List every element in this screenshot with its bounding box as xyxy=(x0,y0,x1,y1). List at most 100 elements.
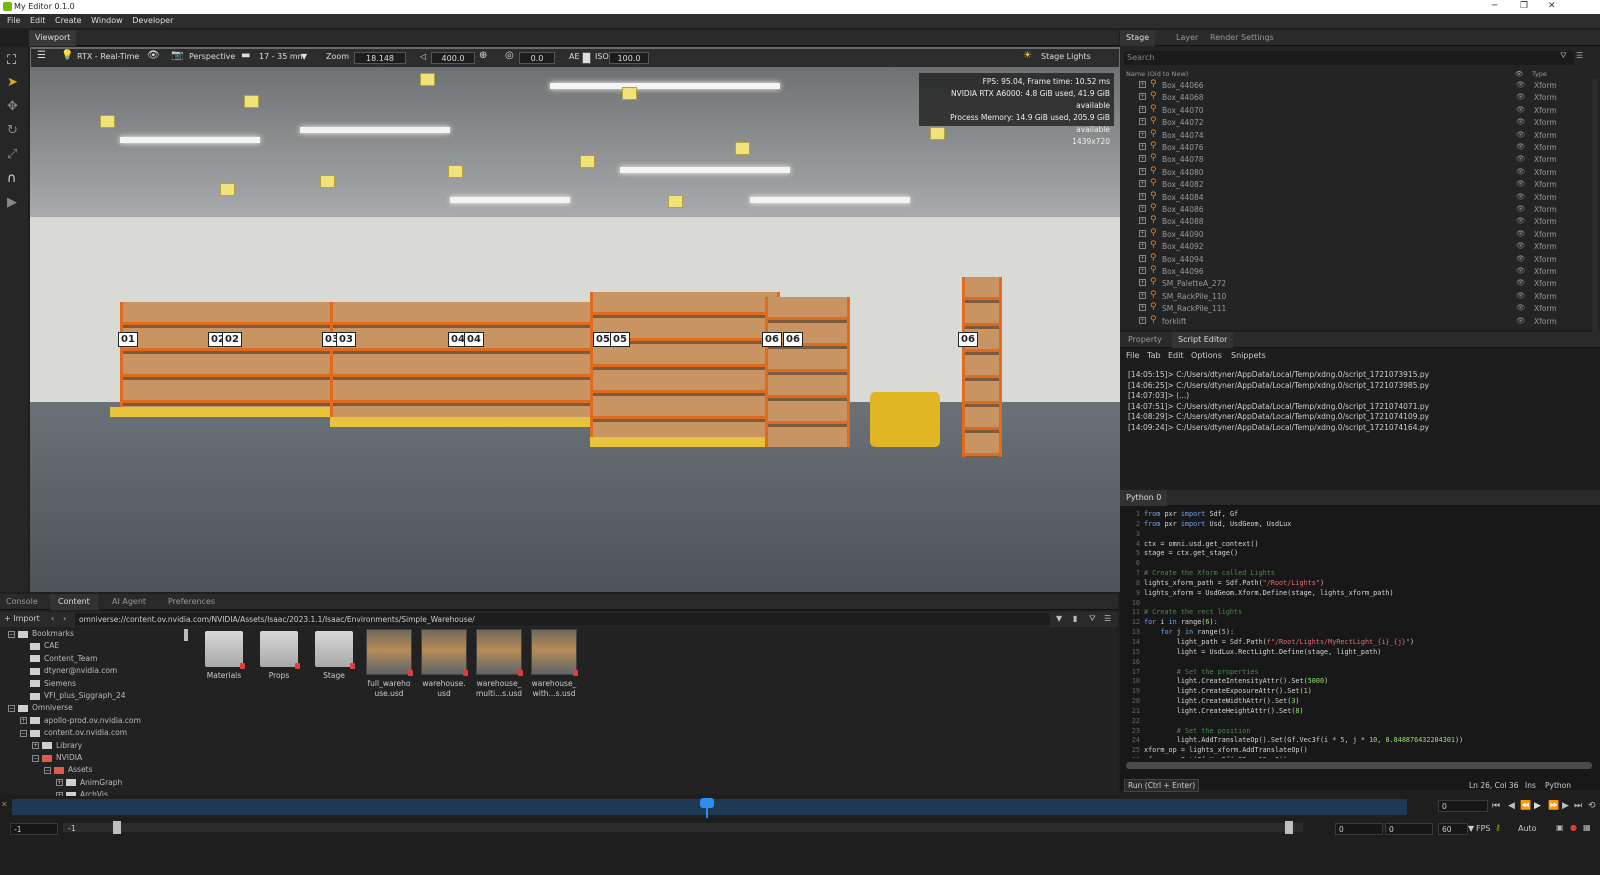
range-start-thumb[interactable] xyxy=(113,821,121,834)
start-frame-field[interactable]: -1 xyxy=(10,823,58,835)
ae-checkbox[interactable] xyxy=(582,52,591,64)
settings-icon[interactable]: ▦ xyxy=(1583,823,1591,832)
expand-icon[interactable]: + xyxy=(1139,180,1146,188)
eye-icon[interactable]: 👁 xyxy=(147,50,160,61)
stage-row[interactable]: + ⚲ Box_44078 👁 Xform xyxy=(1120,153,1594,166)
script-menu-tab[interactable]: Tab xyxy=(1147,351,1161,360)
stage-row[interactable]: + ⚲ Box_44090 👁 Xform xyxy=(1120,228,1594,241)
tree-item[interactable]: Content_Team xyxy=(20,654,97,666)
visibility-eye-icon[interactable]: 👁 xyxy=(1516,303,1526,312)
tree-item[interactable]: dtyner@nvidia.com xyxy=(20,666,117,678)
menu-edit[interactable]: Edit xyxy=(30,16,46,25)
expand-icon[interactable]: − xyxy=(8,704,15,712)
expand-icon[interactable]: + xyxy=(1139,143,1146,150)
camera-icon[interactable]: 📷 xyxy=(171,50,183,61)
tab-layer[interactable]: Layer xyxy=(1176,33,1198,42)
end-frame-field-a[interactable]: 0 xyxy=(1335,823,1383,835)
stage-row[interactable]: + ⚲ Box_44086 👁 Xform xyxy=(1120,203,1594,216)
end-frame-field-b[interactable]: 0 xyxy=(1385,823,1433,835)
stage-row[interactable]: + ⚲ SM_PaletteA_272 👁 Xform xyxy=(1120,277,1594,290)
step-back-icon[interactable]: ◀ xyxy=(1508,801,1515,811)
expand-icon[interactable]: − xyxy=(8,630,15,638)
bookmark-icon[interactable]: ▮ xyxy=(1073,614,1077,623)
range-slider[interactable] xyxy=(63,821,1303,834)
tree-item[interactable]: + AnimGraph xyxy=(56,778,122,790)
options-icon[interactable]: ☰ xyxy=(1104,614,1111,623)
content-item[interactable]: full_wareho use.usd xyxy=(365,629,413,699)
stage-row[interactable]: + ⚲ Box_44074 👁 Xform xyxy=(1120,129,1594,142)
visibility-eye-icon[interactable]: 👁 xyxy=(1516,92,1526,101)
options-icon[interactable]: ☰ xyxy=(1576,51,1583,60)
visibility-eye-icon[interactable]: 👁 xyxy=(1516,167,1526,176)
tree-item[interactable]: − content.ov.nvidia.com xyxy=(20,728,127,740)
minimize-icon[interactable]: ─ xyxy=(1492,1,1497,11)
expand-icon[interactable]: + xyxy=(1139,279,1146,287)
visibility-eye-icon[interactable]: 👁 xyxy=(1516,179,1526,188)
stage-row[interactable]: + ⚲ Box_44066 👁 Xform xyxy=(1120,79,1594,92)
expand-icon[interactable]: + xyxy=(1139,229,1146,237)
stage-row[interactable]: + ⚲ Box_44072 👁 Xform xyxy=(1120,116,1594,129)
script-menu-options[interactable]: Options xyxy=(1191,351,1222,360)
visibility-eye-icon[interactable]: 👁 xyxy=(1516,105,1526,114)
scale-icon[interactable]: ⤢ xyxy=(7,147,17,162)
loop-icon[interactable]: ⟲ xyxy=(1588,801,1596,811)
stage-row[interactable]: + ⚲ Box_44068 👁 Xform xyxy=(1120,91,1594,104)
stage-row[interactable]: + ⚲ Box_44096 👁 Xform xyxy=(1120,265,1594,278)
tab-console[interactable]: Console xyxy=(6,597,38,606)
skip-end-icon[interactable]: ⏭ xyxy=(1574,801,1582,811)
back-icon[interactable]: ‹ xyxy=(51,614,54,623)
tree-item[interactable]: − Bookmarks xyxy=(8,629,74,641)
speed-field[interactable]: 400.0 xyxy=(431,52,475,64)
select-mode-icon[interactable]: ⛶ xyxy=(7,53,16,68)
visibility-eye-icon[interactable]: 👁 xyxy=(1516,229,1526,238)
stage-row[interactable]: + ⚲ Box_44094 👁 Xform xyxy=(1120,253,1594,266)
film-icon[interactable]: ▣ xyxy=(1556,823,1564,832)
script-menu-snippets[interactable]: Snippets xyxy=(1231,351,1266,360)
expand-icon[interactable]: + xyxy=(1139,93,1146,101)
menu-create[interactable]: Create xyxy=(55,16,82,25)
stage-scrollbar[interactable] xyxy=(1592,79,1598,359)
camera-select[interactable]: Perspective xyxy=(189,52,235,61)
expand-icon[interactable]: + xyxy=(1139,291,1146,299)
stage-row[interactable]: + ⚲ SM_RackPile_111 👁 Xform xyxy=(1120,302,1594,315)
exposure-field[interactable]: 0.0 xyxy=(519,52,555,64)
fps-field[interactable]: 60 xyxy=(1438,823,1468,835)
tab-preferences[interactable]: Preferences xyxy=(168,597,215,606)
tree-item[interactable]: VFI_plus_Siggraph_24 xyxy=(20,691,126,703)
expand-icon[interactable]: + xyxy=(1139,118,1146,126)
tab-render-settings[interactable]: Render Settings xyxy=(1210,33,1274,42)
expand-icon[interactable]: + xyxy=(1139,254,1146,262)
tab-ai-agent[interactable]: AI Agent xyxy=(112,597,146,606)
expand-icon[interactable]: + xyxy=(1139,267,1146,274)
visibility-eye-icon[interactable]: 👁 xyxy=(1516,278,1526,287)
tree-item[interactable]: Siemens xyxy=(20,679,76,691)
expand-icon[interactable]: + xyxy=(1139,130,1146,138)
stage-row[interactable]: + ⚲ forklift 👁 Xform xyxy=(1120,315,1594,328)
key-icon[interactable]: ⚷ xyxy=(1495,823,1501,832)
code-hscrollbar[interactable] xyxy=(1126,762,1592,769)
content-item[interactable]: Materials xyxy=(200,629,248,681)
play-icon[interactable]: ▶ xyxy=(7,195,17,210)
prev-key-icon[interactable]: ⏪ xyxy=(1520,801,1531,811)
expand-icon[interactable]: − xyxy=(20,729,27,737)
visibility-eye-icon[interactable]: 👁 xyxy=(1516,142,1526,151)
stage-row[interactable]: + ⚲ Box_44082 👁 Xform xyxy=(1120,178,1594,191)
step-forward-icon[interactable]: ▶ xyxy=(1562,801,1569,811)
target-icon[interactable]: ⊕ xyxy=(479,50,487,61)
expand-icon[interactable]: + xyxy=(1139,217,1146,225)
tab-stage[interactable]: Stage xyxy=(1120,30,1156,46)
expand-icon[interactable]: + xyxy=(1139,316,1146,324)
tab-python-0[interactable]: Python 0 xyxy=(1120,490,1168,506)
stage-lights-button[interactable]: Stage Lights xyxy=(1041,52,1091,61)
expand-icon[interactable]: − xyxy=(44,766,51,774)
script-menu-edit[interactable]: Edit xyxy=(1168,351,1184,360)
code-editor[interactable]: 1 from pxr import Sdf, Gf 2 from pxr impor… xyxy=(1120,510,1590,758)
visibility-eye-icon[interactable]: 👁 xyxy=(1516,154,1526,163)
chevron-down-icon[interactable]: ▼ xyxy=(301,52,307,61)
range-end-thumb[interactable] xyxy=(1285,821,1293,834)
snap-icon[interactable]: ∩ xyxy=(7,171,17,186)
expand-icon[interactable]: + xyxy=(1139,304,1146,312)
close-icon[interactable]: ✕ xyxy=(1548,1,1556,11)
rotate-icon[interactable]: ↻ xyxy=(7,123,18,138)
menu-file[interactable]: File xyxy=(7,16,20,25)
